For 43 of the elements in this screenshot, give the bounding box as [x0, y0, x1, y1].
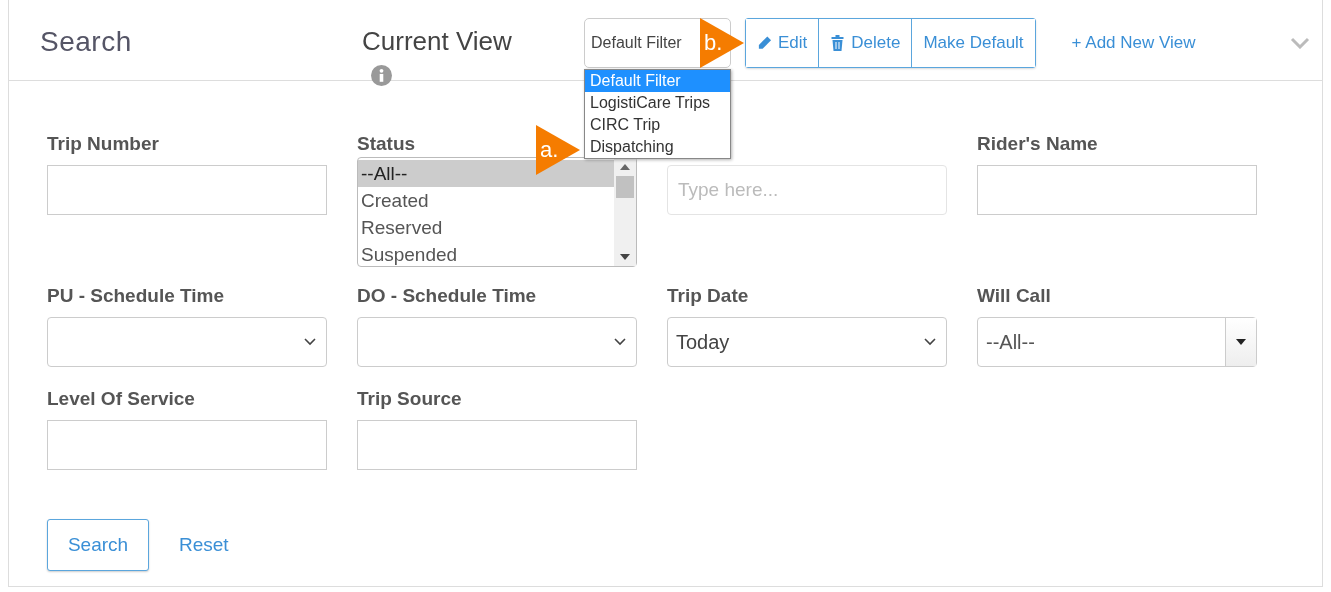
input-field[interactable] — [357, 420, 637, 470]
scroll-down-icon[interactable] — [620, 254, 630, 260]
status-listbox[interactable]: --All-- Created Reserved Suspended — [357, 157, 637, 267]
caret-icon — [1236, 339, 1246, 345]
panel-title: Search — [40, 26, 133, 58]
input-field[interactable] — [977, 165, 1257, 215]
search-button[interactable]: Search — [47, 519, 149, 571]
field-label: DO - Schedule Time — [357, 285, 537, 307]
field-label: Trip Source — [357, 388, 462, 410]
menu-item[interactable]: LogistiCare Trips — [585, 92, 730, 114]
trash-icon — [830, 35, 846, 51]
chevron-down-icon[interactable] — [614, 338, 626, 346]
select-field[interactable] — [47, 317, 327, 367]
dropdown-button[interactable] — [1225, 318, 1256, 366]
input-field[interactable]: Type here... — [667, 165, 947, 215]
combo-field[interactable]: --All-- — [977, 317, 1257, 367]
list-option[interactable]: Created — [358, 187, 614, 214]
field-label: Trip Number — [47, 133, 159, 155]
field-label: Will Call — [977, 285, 1051, 307]
input-field[interactable] — [47, 420, 327, 470]
current-view-label: Current View — [362, 26, 512, 57]
field-label: Trip Date — [667, 285, 749, 307]
menu-item[interactable]: CIRC Trip — [585, 114, 730, 136]
scroll-up-icon[interactable] — [620, 164, 630, 170]
field-label: Level Of Service — [47, 388, 195, 410]
list-option[interactable]: --All-- — [358, 160, 614, 187]
scrollbar[interactable] — [614, 158, 636, 266]
scroll-thumb[interactable] — [616, 176, 634, 198]
field-label: Status — [357, 133, 416, 155]
select-field[interactable] — [357, 317, 637, 367]
chevron-icon[interactable] — [1290, 37, 1310, 49]
select-field[interactable]: Today — [667, 317, 947, 367]
info-icon[interactable] — [371, 65, 392, 86]
input-field[interactable] — [47, 165, 327, 215]
pencil-icon — [757, 35, 772, 51]
field-label: Rider's Name — [977, 133, 1098, 155]
field-label: PU - Schedule Time — [47, 285, 225, 307]
list-option[interactable]: Suspended — [358, 241, 614, 268]
chevron-down-icon[interactable] — [924, 338, 936, 346]
chevron-down-icon[interactable] — [304, 338, 316, 346]
list-option[interactable]: Reserved — [358, 214, 614, 241]
toolbar-button[interactable]: Make Default — [911, 19, 1035, 67]
menu-item[interactable]: Dispatching — [585, 136, 730, 158]
